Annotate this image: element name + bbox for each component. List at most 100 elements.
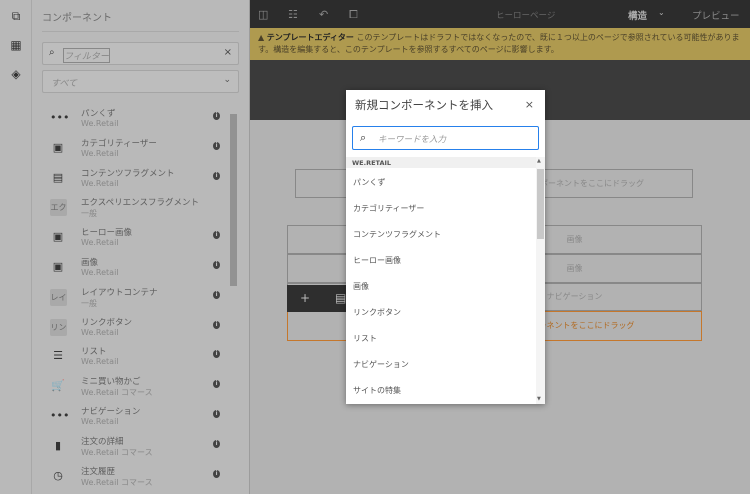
info-icon[interactable]: i [213,469,220,478]
layers-icon[interactable]: ◈ [9,68,23,80]
dialog-component-item[interactable]: ナビゲーション [353,359,409,370]
properties-icon[interactable]: ☷ [288,8,298,21]
components-panel: コンポーネント ⌕ フィルター × すべて ⌄ ••• パンくず We.Retail… [32,0,250,494]
component-item[interactable]: ☰ リスト We.Retail i [42,342,232,372]
component-title: 画像 [81,258,99,268]
scroll-up-icon[interactable]: ▲ [537,158,541,164]
side-rail: ⧉ ▦ ◈ [0,0,32,494]
info-icon[interactable]: i [213,141,220,150]
clipboard-icon: ▮ [54,438,62,452]
component-title: パンくず [81,109,116,119]
dialog-component-item[interactable]: コンテンツフラグメント [353,229,441,240]
component-item[interactable]: ▣ ヒーロー画像 We.Retail i [42,223,232,253]
dialog-component-item[interactable]: カテゴリティーザー [353,203,424,214]
mode-selector[interactable]: 構造 [628,8,647,22]
keyword-search-input[interactable]: ⌕ キーワードを入力 [352,126,539,150]
components-icon[interactable]: ⧉ [9,10,23,22]
image-icon: ▣ [52,230,64,244]
component-group: We.Retail コマース [81,477,153,487]
dialog-component-item[interactable]: リンクボタン [353,307,401,318]
warning-icon: ▲ [258,33,267,42]
panel-title: コンポーネント [42,13,112,24]
dialog-component-list: WE.RETAIL ▲ ▼ パンくずカテゴリティーザーコンテンツフラグメント ヒー… [346,157,545,404]
history-icon: ◷ [53,468,63,482]
policy-icon[interactable]: ▤ [335,291,346,305]
filter-input[interactable]: ⌕ フィルター × [42,42,239,65]
info-icon[interactable]: i [213,261,220,269]
abbrev-icon: レイ [50,288,67,306]
component-item[interactable]: ▣ 画像 We.Retail i [42,253,232,283]
component-item[interactable]: ▣ カテゴリティーザー We.Retail i [42,134,232,164]
scroll-thumb[interactable] [537,169,544,239]
component-title: 注文の詳細 [81,436,124,447]
emulator-icon[interactable]: ⧠ [349,8,358,22]
scrollbar[interactable] [230,114,237,286]
component-item[interactable]: リン リンクボタン We.Retail i [42,313,232,343]
group-select[interactable]: すべて ⌄ [42,70,239,93]
close-icon[interactable]: × [525,98,534,111]
component-item[interactable]: ••• パンくず We.Retail i [42,104,232,134]
abbrev-icon: エク [50,199,67,217]
group-header: WE.RETAIL [346,157,536,168]
component-title: リンクボタン [81,317,133,328]
chevron-down-icon[interactable]: ⌄ [658,8,665,17]
component-group: We.Retail [81,119,119,128]
component-item[interactable]: 🛒 ミニ買い物かご We.Retail コマース i [42,372,232,402]
preview-button[interactable]: プレビュー [692,8,740,22]
info-icon[interactable]: i [213,410,220,418]
info-icon[interactable]: i [213,171,220,180]
component-item[interactable]: ◷ 注文履歴 We.Retail コマース i [42,462,232,492]
info-icon[interactable]: i [213,350,220,359]
scrollbar[interactable]: ▲ ▼ [536,157,545,404]
dialog-component-item[interactable]: リスト [353,333,377,344]
abbrev-icon: リン [50,318,67,336]
clear-icon[interactable]: × [224,47,232,58]
cart-icon: 🛒 [51,379,65,393]
component-group: We.Retail コマース [81,447,153,457]
info-icon[interactable]: i [213,112,220,120]
component-group: 一般 [81,298,97,308]
component-group: We.Retail [81,357,119,367]
dialog-component-item[interactable]: サイトの特集 [353,385,401,396]
info-icon[interactable]: i [213,231,220,240]
component-title: コンテンツフラグメント [81,168,175,179]
component-title: カテゴリティーザー [81,138,157,149]
component-group: We.Retail [81,417,119,426]
component-item[interactable]: レイ レイアウトコンテナ 一般 i [42,283,232,313]
component-title: 注文履歴 [81,466,116,477]
search-placeholder: キーワードを入力 [378,135,447,145]
component-title: ミニ買い物かご [81,377,141,388]
component-item[interactable]: ▤ コンテンツフラグメント We.Retail i [42,164,232,194]
component-title: リスト [81,347,107,358]
dialog-component-item[interactable]: ヒーロー画像 [353,255,401,266]
info-icon[interactable]: i [213,290,220,299]
component-item[interactable]: ••• ナビゲーション We.Retail i [42,402,232,432]
assets-icon[interactable]: ▦ [9,39,23,51]
component-item[interactable]: エク エクスペリエンスフラグメント 一般 [42,193,232,223]
component-group: We.Retail [81,268,119,277]
insert-icon[interactable]: + [300,291,310,305]
component-group: We.Retail [81,148,119,158]
warning-banner: ▲ テンプレートエディター このテンプレートはドラフトではなくなったので、既に１… [250,28,750,60]
editor-toolbar: ◫ ☷ ↶ ⧠ ヒーローページ 構造 ⌄ プレビュー [250,0,750,28]
search-icon: ⌕ [360,131,367,144]
scroll-down-icon[interactable]: ▼ [537,396,541,402]
breadcrumb-icon: ••• [50,111,70,124]
info-icon[interactable]: i [213,320,220,329]
image-icon: ▣ [52,140,64,154]
page-title: ヒーローページ [496,11,556,21]
divider [42,31,239,32]
dialog-component-item[interactable]: 画像 [353,281,369,292]
search-icon: ⌕ [49,47,55,58]
component-group: We.Retail コマース [81,388,153,398]
component-group: We.Retail [81,238,119,248]
component-item[interactable]: ▮ 注文の詳細 We.Retail コマース i [42,432,232,462]
component-title: ナビゲーション [81,407,141,417]
undo-icon[interactable]: ↶ [319,8,328,21]
info-icon[interactable]: i [213,439,220,448]
side-panel-toggle-icon[interactable]: ◫ [258,8,268,21]
dialog-component-item[interactable]: パンくず [353,177,385,188]
info-icon[interactable]: i [213,380,220,389]
component-group: We.Retail [81,178,119,188]
component-toolbar: + ▤ [287,285,347,312]
